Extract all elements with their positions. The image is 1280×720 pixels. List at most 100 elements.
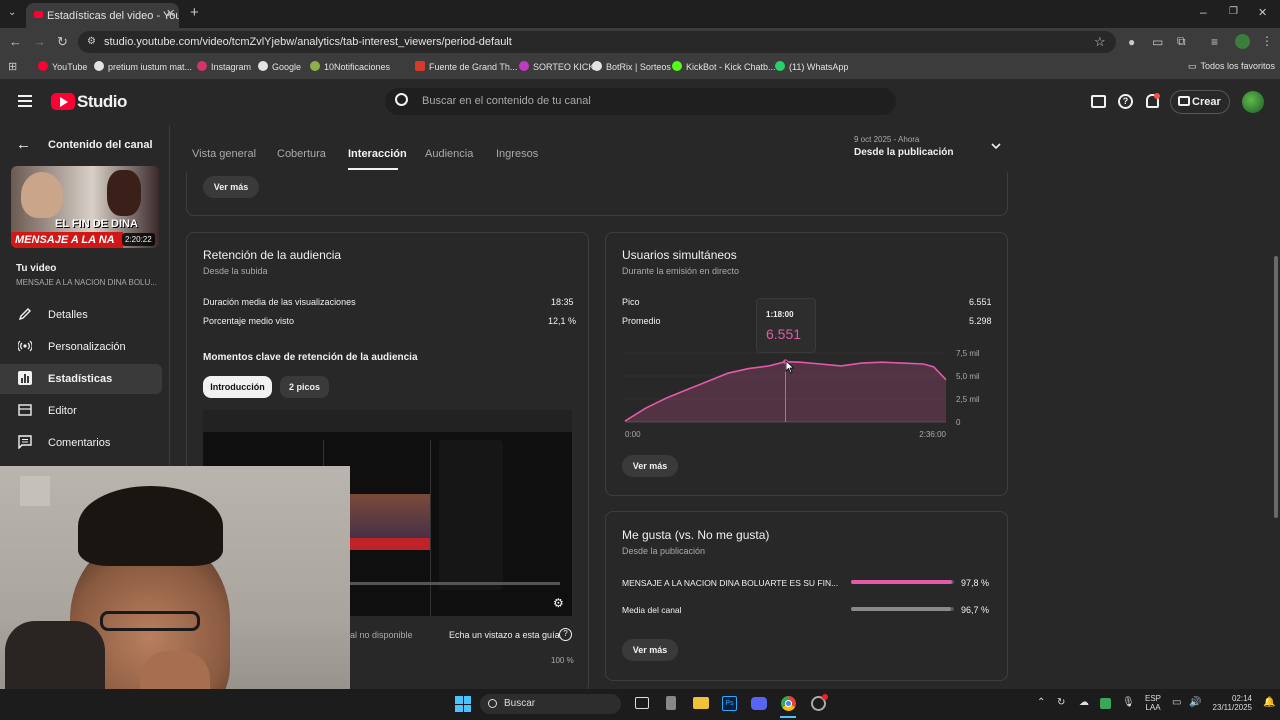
bookmark-instagram[interactable]: Instagram xyxy=(197,61,251,72)
back-arrow-icon[interactable]: ← xyxy=(16,136,31,153)
tray-sync-icon[interactable]: ↻ xyxy=(1057,697,1065,708)
preview-progress xyxy=(350,582,560,585)
chrome-icon[interactable] xyxy=(781,696,796,711)
notification-center-icon[interactable]: 🔔 xyxy=(1263,697,1275,708)
tray-display-icon[interactable]: ▭ xyxy=(1172,697,1181,708)
preview-browser-bar xyxy=(203,410,572,432)
bookmark-google[interactable]: Google xyxy=(258,61,301,72)
feedback-icon[interactable] xyxy=(1091,95,1106,108)
sidebar-item-analytics[interactable]: Estadísticas xyxy=(0,364,162,394)
tab-audience[interactable]: Audiencia xyxy=(425,148,473,160)
bookmark-sorteo-kick[interactable]: SORTEO KICK xyxy=(519,61,594,72)
help-circle-icon[interactable]: ? xyxy=(559,628,572,641)
key-moments-title: Momentos clave de retención de la audien… xyxy=(203,352,418,363)
likes-title: Me gusta (vs. No me gusta) xyxy=(622,528,770,542)
channel-content-link[interactable]: Contenido del canal xyxy=(48,139,153,151)
bookmark-pretium[interactable]: pretium iustum mat... xyxy=(94,61,192,72)
period-selector[interactable]: 9 oct 2025 - Ahora Desde la publicación xyxy=(854,134,1004,164)
concurrent-subtitle: Durante la emisión en directo xyxy=(622,266,740,276)
bookmark-kickbot[interactable]: KickBot - Kick Chatb... xyxy=(672,61,776,72)
sidebar-item-comments[interactable]: Comentarios xyxy=(0,428,162,458)
menu-kebab-icon[interactable]: ⋮ xyxy=(1261,34,1273,48)
clock[interactable]: 02:14 23/11/2025 xyxy=(1208,694,1252,712)
page-scrollbar[interactable] xyxy=(1274,256,1278,518)
close-window-icon[interactable]: ✕ xyxy=(1258,6,1267,19)
video-thumbnail[interactable]: EL FIN DE DINA MENSAJE A LA NA 2:20:22 xyxy=(11,166,159,248)
youtube-favicon-icon xyxy=(34,11,43,18)
url-bar[interactable]: ⚙ studio.youtube.com/video/tcmZvlYjebw/a… xyxy=(78,31,1116,53)
studio-logo-text[interactable]: Studio xyxy=(77,92,127,112)
bookmark-botrix[interactable]: BotRix | Sorteos xyxy=(592,61,671,72)
tray-cloud-icon[interactable]: ☁ xyxy=(1079,697,1089,708)
bookmark-youtube[interactable]: YouTube xyxy=(38,61,87,72)
guide-link[interactable]: Echa un vistazo a esta guía xyxy=(449,630,560,640)
instagram-icon xyxy=(197,61,207,71)
tab-list-icon[interactable]: ⌄ xyxy=(8,7,16,18)
bookmark-star-icon[interactable]: ☆ xyxy=(1094,34,1106,50)
unavailable-label: al no disponible xyxy=(350,630,413,640)
tab-overview[interactable]: Vista general xyxy=(192,148,256,160)
taskbar-search[interactable]: Buscar xyxy=(480,694,621,714)
profile-avatar[interactable] xyxy=(1235,34,1250,49)
extensions-puzzle-icon[interactable]: ⧉ xyxy=(1177,34,1186,49)
reload-icon[interactable]: ↻ xyxy=(57,34,68,50)
mouse-cursor-icon xyxy=(785,360,795,374)
minimize-icon[interactable]: – xyxy=(1200,5,1207,19)
concurrent-see-more-button[interactable]: Ver más xyxy=(622,455,678,477)
photoshop-icon[interactable]: Ps xyxy=(722,696,737,711)
concurrent-title: Usuarios simultáneos xyxy=(622,248,737,262)
tray-chevron-icon[interactable]: ⌃ xyxy=(1037,697,1045,708)
apps-grid-icon[interactable]: ⊞ xyxy=(8,60,17,73)
task-view-icon[interactable] xyxy=(635,697,649,709)
chip-2-peaks[interactable]: 2 picos xyxy=(280,376,329,398)
site-info-icon[interactable]: ⚙ xyxy=(87,36,96,47)
discord-icon[interactable] xyxy=(751,697,767,710)
file-explorer-icon[interactable] xyxy=(693,697,709,709)
bookmark-grand-theft[interactable]: Fuente de Grand Th... xyxy=(415,61,517,72)
forward-icon[interactable]: → xyxy=(33,34,46,49)
media-icon[interactable]: ≡ xyxy=(1211,35,1218,49)
tray-mic-icon[interactable]: 🎙 xyxy=(1122,697,1135,708)
folder-icon: ▭ xyxy=(1188,61,1197,71)
close-tab-icon[interactable]: ✕ xyxy=(166,7,175,20)
chart-y-tick-label: 2,5 mil xyxy=(956,395,980,404)
tray-volume-icon[interactable]: 🔊 xyxy=(1189,697,1201,708)
likes-see-more-button[interactable]: Ver más xyxy=(622,639,678,661)
settings-gear-icon[interactable]: ⚙ xyxy=(553,596,564,610)
sidebar-item-details[interactable]: Detalles xyxy=(0,300,162,330)
top-card-see-more-button[interactable]: Ver más xyxy=(203,176,259,198)
tab-reach[interactable]: Cobertura xyxy=(277,148,326,160)
tooltip-value: 6.551 xyxy=(766,326,802,342)
chevron-down-icon xyxy=(991,143,1001,150)
tab-engagement[interactable]: Interacción xyxy=(348,148,407,160)
extension-icon[interactable]: ● xyxy=(1128,35,1135,49)
all-bookmarks[interactable]: ▭ Todos los favoritos xyxy=(1188,61,1275,72)
sidebar-item-editor[interactable]: Editor xyxy=(0,396,162,426)
language-indicator[interactable]: ESP LAA xyxy=(1145,694,1161,712)
back-icon[interactable]: ← xyxy=(9,34,22,49)
app-icon[interactable] xyxy=(666,696,676,710)
bookmark-10notificaciones[interactable]: 10Notificaciones xyxy=(310,61,390,72)
chip-introduction[interactable]: Introducción xyxy=(203,376,272,398)
youtube-logo-icon[interactable] xyxy=(51,93,75,110)
channel-avg-bar-fill xyxy=(851,607,951,611)
analytics-bar-icon xyxy=(18,371,32,385)
preview-red-banner xyxy=(350,538,430,550)
create-button[interactable]: Crear xyxy=(1170,90,1230,114)
avg-view-duration-label: Duración media de las visualizaciones xyxy=(203,297,356,307)
browser-tab[interactable]: Estadísticas del video - YouTube xyxy=(26,3,179,28)
font-icon xyxy=(415,61,425,71)
bookmark-whatsapp[interactable]: (11) WhatsApp xyxy=(775,61,848,72)
sidebar-item-customization[interactable]: Personalización xyxy=(0,332,162,362)
thumbnail-face xyxy=(21,172,63,218)
new-tab-icon[interactable]: + xyxy=(190,4,199,21)
search-input[interactable]: Buscar en el contenido de tu canal xyxy=(385,88,896,115)
windows-start-icon[interactable] xyxy=(455,696,471,712)
tray-app-icon[interactable] xyxy=(1100,698,1111,709)
help-icon[interactable]: ? xyxy=(1118,94,1133,109)
channel-avatar[interactable] xyxy=(1242,91,1264,113)
hamburger-menu-icon[interactable] xyxy=(18,95,32,107)
cast-icon[interactable]: ▭ xyxy=(1152,35,1163,49)
maximize-icon[interactable]: ❐ xyxy=(1229,6,1238,17)
tab-revenue[interactable]: Ingresos xyxy=(496,148,538,160)
